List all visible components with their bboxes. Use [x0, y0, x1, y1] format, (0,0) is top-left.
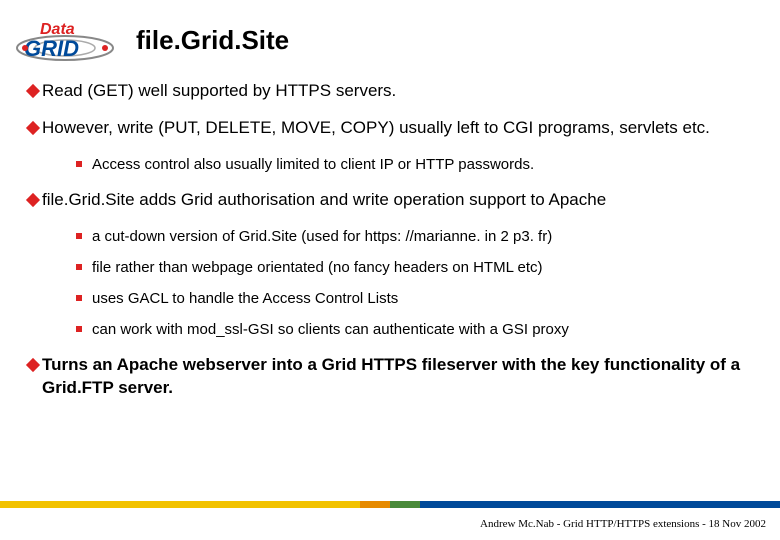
diamond-bullet-icon — [26, 121, 40, 135]
sub-bullet: can work with mod_ssl-GSI so clients can… — [76, 319, 750, 340]
bullet-4: Turns an Apache webserver into a Grid HT… — [28, 354, 750, 400]
square-bullet-icon — [76, 233, 82, 239]
diamond-bullet-icon — [26, 193, 40, 207]
sub-bullet-text: Access control also usually limited to c… — [92, 154, 750, 175]
sub-bullet: file rather than webpage orientated (no … — [76, 257, 750, 278]
sub-bullets-3: a cut-down version of Grid.Site (used fo… — [76, 226, 750, 340]
bullet-text: However, write (PUT, DELETE, MOVE, COPY)… — [42, 117, 750, 140]
square-bullet-icon — [76, 295, 82, 301]
sub-bullet-text: file rather than webpage orientated (no … — [92, 257, 750, 278]
bar-segment-blue — [420, 501, 780, 508]
bar-segment-green — [390, 501, 420, 508]
sub-bullet: uses GACL to handle the Access Control L… — [76, 288, 750, 309]
sub-bullet-text: can work with mod_ssl-GSI so clients can… — [92, 319, 750, 340]
bullet-1: Read (GET) well supported by HTTPS serve… — [28, 80, 750, 103]
bullet-text: Turns an Apache webserver into a Grid HT… — [42, 354, 750, 400]
square-bullet-icon — [76, 264, 82, 270]
bullet-3: file.Grid.Site adds Grid authorisation a… — [28, 189, 750, 212]
sub-bullet-text: a cut-down version of Grid.Site (used fo… — [92, 226, 750, 247]
sub-bullet: a cut-down version of Grid.Site (used fo… — [76, 226, 750, 247]
sub-bullets-2: Access control also usually limited to c… — [76, 154, 750, 175]
slide-content: Read (GET) well supported by HTTPS serve… — [0, 62, 780, 400]
bullet-text: Read (GET) well supported by HTTPS serve… — [42, 80, 750, 103]
bullet-2: However, write (PUT, DELETE, MOVE, COPY)… — [28, 117, 750, 140]
slide-footer: Andrew Mc.Nab - Grid HTTP/HTTPS extensio… — [480, 518, 766, 530]
slide-header: Data GRID file.Grid.Site — [0, 0, 780, 62]
bar-segment-yellow — [0, 501, 360, 508]
diamond-bullet-icon — [26, 84, 40, 98]
square-bullet-icon — [76, 161, 82, 167]
sub-bullet: Access control also usually limited to c… — [76, 154, 750, 175]
bar-segment-orange — [360, 501, 390, 508]
divider-bar — [0, 501, 780, 508]
bullet-text: file.Grid.Site adds Grid authorisation a… — [42, 189, 750, 212]
square-bullet-icon — [76, 326, 82, 332]
sub-bullet-text: uses GACL to handle the Access Control L… — [92, 288, 750, 309]
diamond-bullet-icon — [26, 358, 40, 372]
logo-bottom-text: GRID — [24, 36, 79, 61]
datagrid-logo: Data GRID — [10, 18, 120, 62]
slide-title: file.Grid.Site — [136, 25, 289, 56]
